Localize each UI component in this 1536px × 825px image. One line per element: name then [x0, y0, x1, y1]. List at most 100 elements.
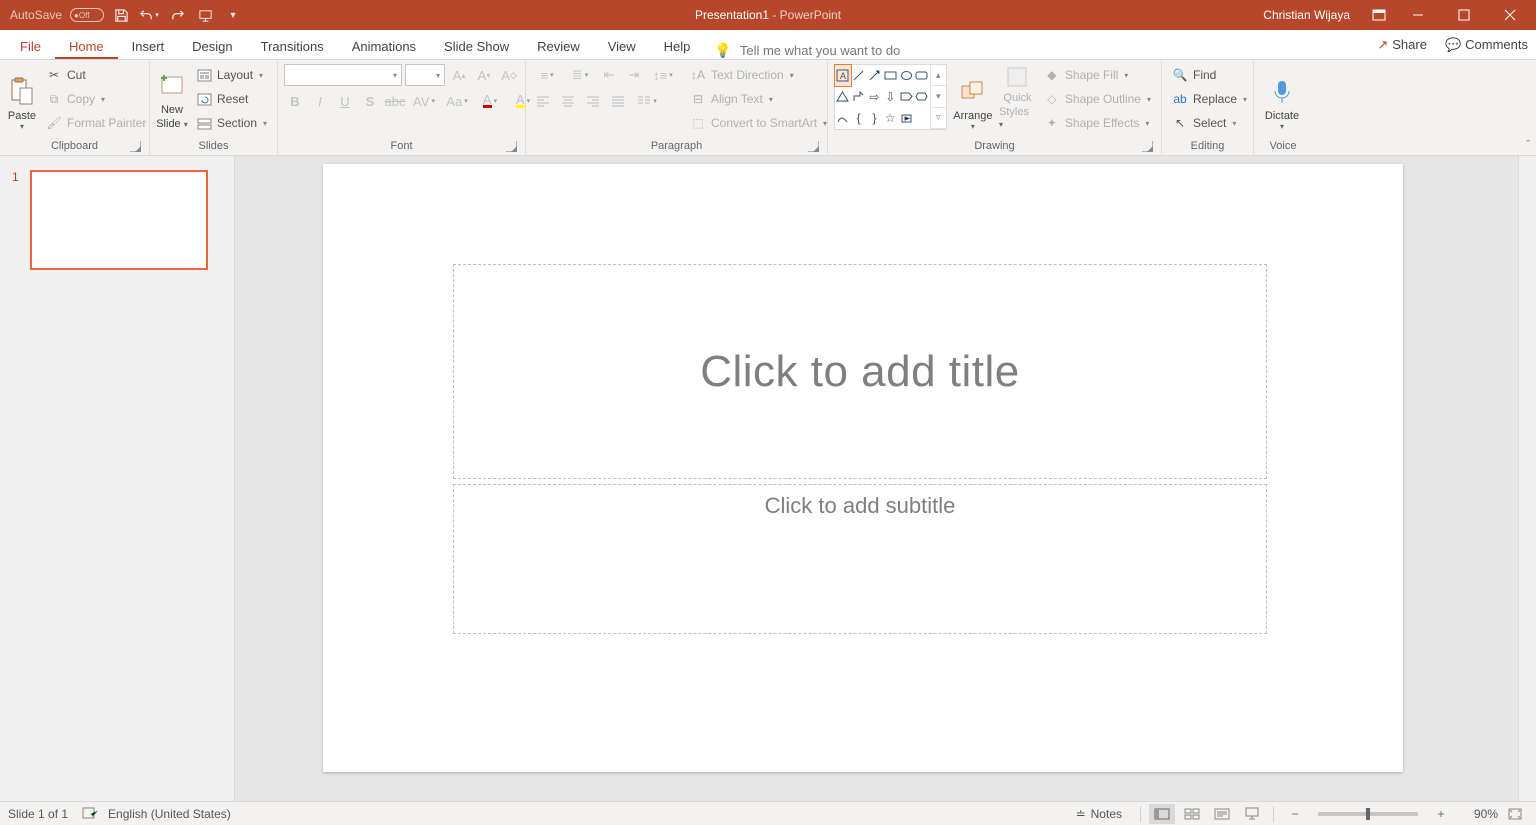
shape-brace-right-icon[interactable]: }: [867, 108, 883, 129]
columns-button[interactable]: ▾: [632, 90, 662, 112]
thumbnail-slide-1[interactable]: [30, 170, 208, 270]
new-slide-button[interactable]: New Slide ▾: [156, 64, 188, 132]
shape-hexagon-icon[interactable]: [914, 86, 930, 107]
char-spacing-button[interactable]: AV▾: [409, 90, 439, 112]
slideshow-start-icon[interactable]: [194, 4, 216, 26]
reading-view-icon[interactable]: [1209, 804, 1235, 824]
decrease-indent-button[interactable]: ⇤: [598, 64, 620, 86]
dictate-button[interactable]: Dictate▾: [1260, 64, 1304, 132]
shape-textbox-icon[interactable]: A: [835, 65, 851, 86]
replace-button[interactable]: abReplace▾: [1168, 88, 1251, 110]
share-button[interactable]: ↗Share: [1377, 37, 1427, 53]
shape-pentagon-icon[interactable]: [898, 86, 914, 107]
convert-smartart-button[interactable]: ⬚Convert to SmartArt▾: [686, 112, 831, 134]
fit-to-window-icon[interactable]: [1502, 804, 1528, 824]
justify-button[interactable]: [607, 90, 629, 112]
shape-oval-icon[interactable]: [898, 65, 914, 86]
clipboard-launcher[interactable]: [130, 141, 141, 152]
drawing-launcher[interactable]: [1142, 141, 1153, 152]
zoom-thumb[interactable]: [1366, 808, 1370, 820]
tab-file[interactable]: File: [6, 33, 55, 59]
user-name[interactable]: Christian Wijaya: [1263, 8, 1350, 22]
find-button[interactable]: 🔍Find: [1168, 64, 1251, 86]
qat-customize-icon[interactable]: ▾: [222, 4, 244, 26]
underline-button[interactable]: U: [334, 90, 356, 112]
align-text-button[interactable]: ⊟Align Text▾: [686, 88, 831, 110]
zoom-in-button[interactable]: +: [1428, 804, 1454, 824]
spellcheck-icon[interactable]: [82, 807, 98, 821]
align-center-button[interactable]: [557, 90, 579, 112]
subtitle-placeholder[interactable]: Click to add subtitle: [453, 484, 1267, 634]
normal-view-icon[interactable]: [1149, 804, 1175, 824]
change-case-button[interactable]: Aa▾: [442, 90, 472, 112]
gallery-down-icon[interactable]: ▾: [930, 86, 946, 107]
title-placeholder[interactable]: Click to add title: [453, 264, 1267, 479]
shape-more-icon[interactable]: [914, 108, 930, 129]
cut-button[interactable]: ✂Cut: [42, 64, 150, 86]
sorter-view-icon[interactable]: [1179, 804, 1205, 824]
shape-line-icon[interactable]: [851, 65, 867, 86]
undo-icon[interactable]: ▾: [138, 4, 160, 26]
format-painter-button[interactable]: 🖌Format Painter: [42, 112, 150, 134]
font-name-combo[interactable]: ▾: [284, 64, 402, 86]
shape-curve-icon[interactable]: [835, 108, 851, 129]
slide-canvas[interactable]: Click to add title Click to add subtitle: [235, 156, 1518, 801]
paragraph-launcher[interactable]: [808, 141, 819, 152]
gallery-up-icon[interactable]: ▴: [930, 65, 946, 86]
align-left-button[interactable]: [532, 90, 554, 112]
maximize-button[interactable]: [1442, 0, 1486, 30]
slide[interactable]: Click to add title Click to add subtitle: [323, 164, 1403, 772]
shape-line-arrow-icon[interactable]: [867, 65, 883, 86]
tab-transitions[interactable]: Transitions: [247, 33, 338, 59]
strikethrough-button[interactable]: abc: [384, 90, 406, 112]
tab-slideshow[interactable]: Slide Show: [430, 33, 523, 59]
slide-counter[interactable]: Slide 1 of 1: [8, 807, 68, 821]
shape-triangle-icon[interactable]: [835, 86, 851, 107]
tab-animations[interactable]: Animations: [338, 33, 430, 59]
shape-fill-button[interactable]: ◆Shape Fill▾: [1040, 64, 1155, 86]
collapse-ribbon-icon[interactable]: ˆ: [1526, 139, 1530, 151]
text-direction-button[interactable]: ↕AText Direction▾: [686, 64, 831, 86]
layout-button[interactable]: Layout▾: [192, 64, 271, 86]
shapes-gallery[interactable]: A ⇨ ⇩ { } ☆: [834, 64, 947, 130]
slideshow-view-icon[interactable]: [1239, 804, 1265, 824]
shape-effects-button[interactable]: ✦Shape Effects▾: [1040, 112, 1155, 134]
tab-view[interactable]: View: [594, 33, 650, 59]
shadow-button[interactable]: S: [359, 90, 381, 112]
shape-down-arrow-icon[interactable]: ⇩: [882, 86, 898, 107]
italic-button[interactable]: I: [309, 90, 331, 112]
bullets-button[interactable]: ≡▾: [532, 64, 562, 86]
increase-indent-button[interactable]: ⇥: [623, 64, 645, 86]
close-button[interactable]: [1488, 0, 1532, 30]
zoom-percent[interactable]: 90%: [1458, 807, 1498, 821]
minimize-button[interactable]: [1396, 0, 1440, 30]
align-right-button[interactable]: [582, 90, 604, 112]
tab-help[interactable]: Help: [650, 33, 705, 59]
slide-thumbnails-pane[interactable]: 1: [0, 156, 235, 801]
arrange-button[interactable]: Arrange▾: [951, 64, 995, 132]
ribbon-display-options-icon[interactable]: [1364, 0, 1394, 30]
tab-review[interactable]: Review: [523, 33, 594, 59]
zoom-slider[interactable]: [1318, 812, 1418, 816]
line-spacing-button[interactable]: ↕≡▾: [648, 64, 678, 86]
save-icon[interactable]: [110, 4, 132, 26]
paste-button[interactable]: Paste ▾: [6, 64, 38, 132]
shape-rounded-rect-icon[interactable]: [914, 65, 930, 86]
tab-design[interactable]: Design: [178, 33, 246, 59]
notes-button[interactable]: ≐Notes: [1076, 807, 1122, 821]
vertical-scrollbar[interactable]: [1518, 156, 1536, 801]
language-status[interactable]: English (United States): [108, 807, 231, 821]
tab-insert[interactable]: Insert: [118, 33, 179, 59]
shape-star-icon[interactable]: ☆: [882, 108, 898, 129]
autosave-toggle[interactable]: ● Off: [70, 8, 104, 22]
shape-outline-button[interactable]: ◇Shape Outline▾: [1040, 88, 1155, 110]
comments-button[interactable]: 💬Comments: [1445, 37, 1528, 53]
reset-button[interactable]: Reset: [192, 88, 271, 110]
shape-elbow-icon[interactable]: [851, 86, 867, 107]
quick-styles-button[interactable]: Quick Styles ▾: [999, 64, 1036, 132]
font-launcher[interactable]: [506, 141, 517, 152]
select-button[interactable]: ↖Select▾: [1168, 112, 1251, 134]
numbering-button[interactable]: ≣▾: [565, 64, 595, 86]
tell-me-search[interactable]: 💡 Tell me what you want to do: [714, 42, 900, 59]
shape-action-icon[interactable]: [898, 108, 914, 129]
